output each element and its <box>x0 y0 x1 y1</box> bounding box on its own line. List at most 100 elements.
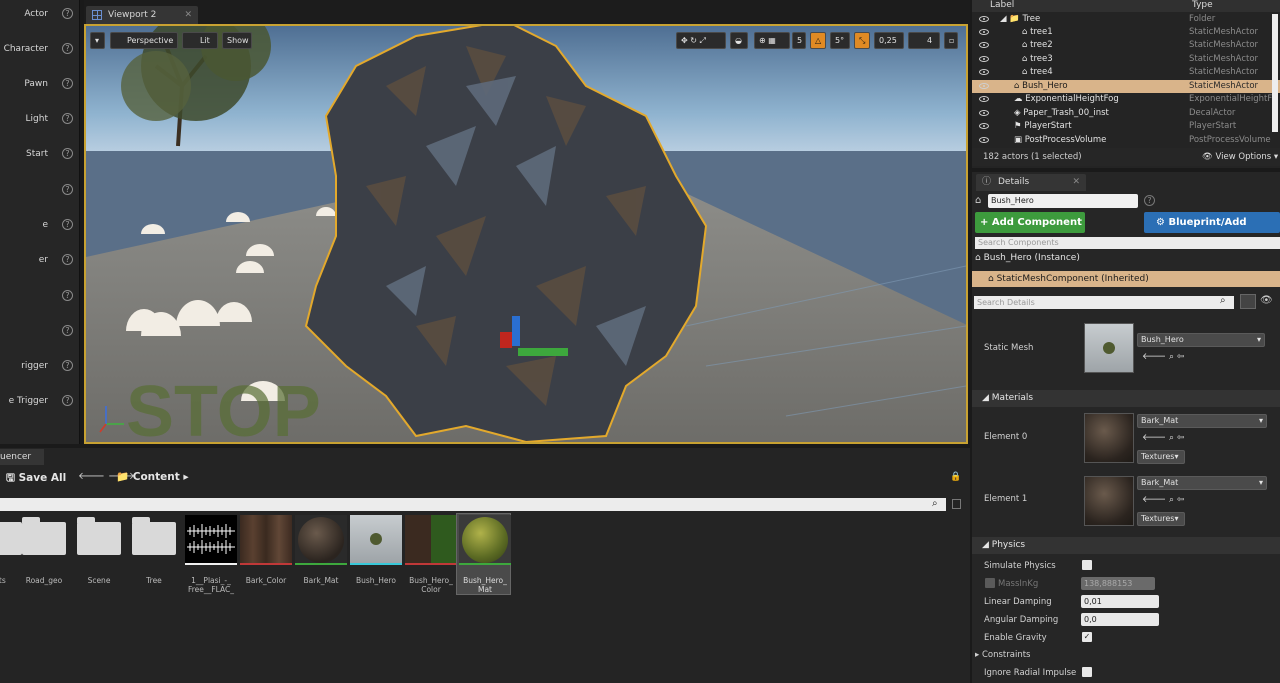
perspective-button[interactable]: Perspective <box>110 32 178 49</box>
tab-sequencer[interactable]: uencer <box>0 449 44 465</box>
rotation-snap-value[interactable]: 5° <box>830 32 850 49</box>
close-icon[interactable]: ✕ <box>1072 174 1080 191</box>
help-icon[interactable]: ? <box>62 8 73 19</box>
help-icon[interactable]: ? <box>62 148 73 159</box>
visibility-icon[interactable] <box>979 123 989 129</box>
search-icon[interactable]: ⌕ <box>932 498 938 509</box>
palette-item-character[interactable]: Character? <box>0 39 80 59</box>
help-icon[interactable]: ? <box>62 290 73 301</box>
outliner-row[interactable]: ⌂ tree3 StaticMeshActor <box>972 53 1280 66</box>
help-icon[interactable]: ? <box>62 43 73 54</box>
textures-dropdown[interactable]: Textures▾ <box>1137 512 1185 526</box>
instance-row[interactable]: ⌂ Bush_Hero (Instance) <box>975 253 1080 263</box>
palette-item-pawn[interactable]: Pawn? <box>0 74 80 94</box>
physics-section[interactable]: ◢ Physics <box>972 537 1280 554</box>
tab-viewport[interactable]: Viewport 2 ✕ <box>86 6 198 24</box>
visibility-icon[interactable] <box>979 96 989 102</box>
scale-snap-icon[interactable]: ⤡ <box>854 32 870 49</box>
palette-item-trigger[interactable]: rigger? <box>0 356 80 376</box>
show-button[interactable]: Show <box>222 32 252 49</box>
column-type[interactable]: Type <box>1192 0 1213 10</box>
palette-item-volume-trigger[interactable]: e Trigger? <box>0 391 80 411</box>
visibility-icon[interactable] <box>979 69 989 75</box>
asset-tools-icons[interactable]: 🡐 ⌕ ⇦ <box>1142 432 1184 443</box>
material-tile[interactable] <box>459 515 511 565</box>
viewport-menu-button[interactable]: ▾ <box>90 32 105 49</box>
palette-item-light[interactable]: Light? <box>0 109 80 129</box>
lock-icon[interactable]: 🔒 <box>950 472 961 482</box>
column-label[interactable]: Label <box>990 0 1014 10</box>
scale-snap-value[interactable]: 0,25 <box>874 32 904 49</box>
add-component-button[interactable]: + Add Component ▾ <box>975 212 1085 249</box>
material-thumbnail[interactable] <box>1084 413 1134 463</box>
palette-item-8[interactable]: er? <box>0 250 80 270</box>
eye-icon[interactable]: 👁 <box>1260 295 1273 306</box>
outliner-row[interactable]: ◈ Paper_Trash_00_inst DecalActor <box>972 107 1280 120</box>
outliner-row[interactable]: ⚑ PlayerStart PlayerStart <box>972 120 1280 133</box>
texture-tile[interactable] <box>405 515 457 565</box>
save-all-button[interactable]: 🖫 Save All <box>6 470 66 488</box>
folder-tile[interactable] <box>0 522 22 555</box>
help-icon[interactable]: ? <box>62 254 73 265</box>
level-viewport[interactable]: STOP ▾ Perspective Lit Show ✥ ↻ ⤢ ◒ ⊕ ▦ … <box>84 24 968 444</box>
help-icon[interactable]: ? <box>62 78 73 89</box>
grid-view-icon[interactable] <box>1240 294 1256 309</box>
static-mesh-tile[interactable] <box>350 515 402 565</box>
visibility-icon[interactable] <box>979 56 989 62</box>
visibility-icon[interactable] <box>979 110 989 116</box>
actor-name-input[interactable]: Bush_Hero <box>988 194 1138 208</box>
folder-tile[interactable] <box>77 517 121 555</box>
palette-item-7[interactable]: e? <box>0 215 80 235</box>
help-icon[interactable]: ? <box>62 360 73 371</box>
visibility-icon[interactable] <box>979 42 989 48</box>
sound-wave-tile[interactable] <box>185 515 237 565</box>
breadcrumb[interactable]: 📁 Content ▸ <box>116 470 189 483</box>
palette-item-player-start[interactable]: Start? <box>0 144 80 164</box>
asset-search-input[interactable] <box>0 498 946 511</box>
ignore-radial-checkbox[interactable] <box>1082 667 1092 677</box>
visibility-icon[interactable] <box>979 29 989 35</box>
visibility-icon[interactable] <box>979 83 989 89</box>
transform-tools[interactable]: ✥ ↻ ⤢ <box>676 32 726 49</box>
help-icon[interactable]: ? <box>62 219 73 230</box>
mass-field[interactable]: 138,888153 <box>1081 577 1155 590</box>
camera-speed[interactable]: 4 <box>908 32 940 49</box>
help-icon[interactable]: ? <box>62 113 73 124</box>
texture-tile[interactable] <box>240 515 292 565</box>
close-icon[interactable]: ✕ <box>184 6 192 24</box>
grid-snap-value[interactable]: 5 <box>792 32 806 49</box>
help-icon[interactable]: ? <box>62 325 73 336</box>
mass-override-checkbox[interactable] <box>985 578 995 588</box>
material-tile[interactable] <box>295 515 347 565</box>
maximize-icon[interactable]: ▫ <box>944 32 958 49</box>
material-thumbnail[interactable] <box>1084 476 1134 526</box>
outliner-row[interactable]: ⌂ tree2 StaticMeshActor <box>972 39 1280 52</box>
blueprint-button[interactable]: ⚙ Blueprint/Add Script <box>1144 212 1280 249</box>
element0-dropdown[interactable]: Bark_Mat ▾ <box>1137 414 1267 428</box>
simulate-physics-checkbox[interactable] <box>1082 560 1092 570</box>
visibility-icon[interactable] <box>979 16 989 22</box>
grid-snap-icon[interactable]: ⊕ ▦ <box>754 32 790 49</box>
outliner-row-selected[interactable]: ⌂ Bush_Hero StaticMeshActor <box>972 80 1280 93</box>
linear-damping-field[interactable]: 0,01 <box>1081 595 1159 608</box>
palette-item-actor[interactable]: Actor? <box>0 4 80 24</box>
palette-item-10[interactable]: ? <box>0 321 80 341</box>
tab-details[interactable]: ⓘ Details ✕ <box>976 174 1086 191</box>
outliner-row[interactable]: ◢ 📁 Tree Folder <box>972 13 1280 26</box>
outliner-row[interactable]: ⌂ tree1 StaticMeshActor <box>972 26 1280 39</box>
folder-tile[interactable] <box>22 517 66 555</box>
help-icon[interactable]: ? <box>1144 195 1155 206</box>
help-icon[interactable]: ? <box>62 184 73 195</box>
enable-gravity-checkbox[interactable]: ✓ <box>1082 632 1092 642</box>
static-mesh-dropdown[interactable]: Bush_Hero ▾ <box>1137 333 1265 347</box>
constraints-row[interactable]: ▸ Constraints <box>975 650 1030 660</box>
outliner-row[interactable]: ☁ ExponentialHeightFog ExponentialHeightF <box>972 93 1280 106</box>
search-components-input[interactable]: Search Components <box>975 237 1280 249</box>
rotation-snap-icon[interactable]: △ <box>810 32 826 49</box>
folder-tile[interactable] <box>132 517 176 555</box>
search-details-input[interactable]: Search Details <box>974 296 1234 309</box>
help-icon[interactable]: ? <box>62 395 73 406</box>
outliner-row[interactable]: ⌂ tree4 StaticMeshActor <box>972 66 1280 79</box>
static-mesh-thumbnail[interactable] <box>1084 323 1134 373</box>
palette-item-6[interactable]: ? <box>0 180 80 200</box>
